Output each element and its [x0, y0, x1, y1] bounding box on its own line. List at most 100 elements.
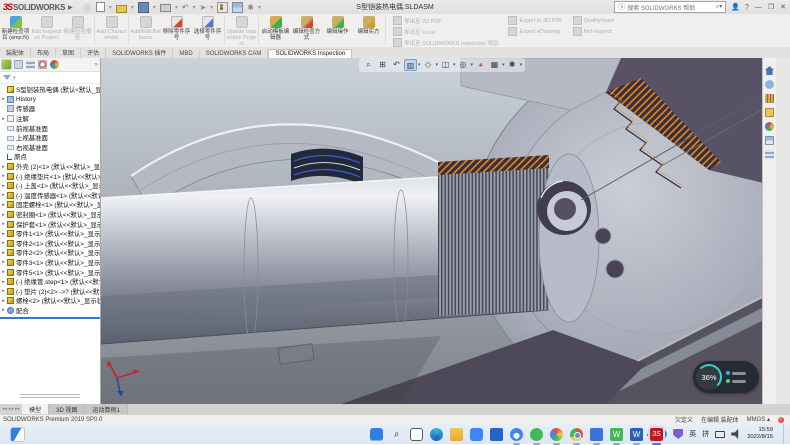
tree-item[interactable]: ▸传感器 — [0, 104, 100, 114]
tree-item-mates[interactable]: ▸配合 — [0, 306, 100, 316]
minimize-button[interactable]: — — [755, 4, 762, 11]
apply-scene-icon[interactable]: ▦ — [488, 59, 501, 71]
widgets-icon[interactable] — [10, 427, 25, 442]
tree-item[interactable]: ▸零件1<1> (默认<<默认>_显示状 — [0, 229, 100, 239]
units-selector[interactable]: MMGS ▴ — [747, 416, 770, 423]
configuration-manager-tab-icon[interactable] — [26, 60, 35, 69]
tab-mbd[interactable]: MBD — [173, 50, 199, 58]
3d-model-canvas[interactable] — [101, 58, 776, 404]
tree-item[interactable]: ▸上视基准面 — [0, 133, 100, 143]
tree-item[interactable]: ▸零件5<1> (默认<<默认>_显示状 — [0, 267, 100, 277]
tab-model[interactable]: 模型 — [22, 404, 49, 414]
display-settings-icon[interactable] — [232, 2, 243, 13]
tab-inspection[interactable]: SOLIDWORKS Inspection — [268, 49, 352, 58]
save-icon[interactable] — [138, 2, 149, 13]
ime-mode-indicator[interactable]: 拼 — [702, 429, 709, 439]
microsoft-store-icon[interactable] — [490, 428, 503, 441]
open-icon[interactable] — [116, 5, 127, 13]
finned-threaded-section[interactable] — [438, 155, 549, 316]
help-search-input[interactable]: ⓢ 搜索 SOLIDWORKS 帮助 ⌕▾ — [614, 1, 726, 13]
security-shield-icon[interactable] — [673, 429, 683, 439]
end-boss[interactable] — [539, 154, 599, 322]
bolt-hole[interactable] — [606, 260, 624, 278]
tree-item[interactable]: ▸密封圈<1> (默认<<默认>_显示状 — [0, 210, 100, 220]
tree-item[interactable]: ▸(-) 绝缘管.step<1> (默认<<默认> — [0, 277, 100, 287]
tree-item[interactable]: ▸零件2<2> (默认<<默认>_显示状 — [0, 248, 100, 258]
panel-collapse-icon[interactable]: » — [95, 62, 98, 68]
undo-icon[interactable]: ↶ — [182, 3, 189, 12]
bolt-hole[interactable] — [595, 228, 611, 244]
mail-icon[interactable] — [470, 428, 483, 441]
solidworks-resources-icon[interactable] — [765, 80, 774, 89]
property-manager-tab-icon[interactable] — [14, 60, 23, 69]
tree-item[interactable]: ▸固定螺栓<1> (默认<<默认>_显示 — [0, 200, 100, 210]
launch-template-editor-button[interactable]: 启动模板编辑器 — [260, 14, 291, 47]
tree-item[interactable]: ▸零件2<1> (默认<<默认>_显示状 — [0, 239, 100, 249]
notification-icon[interactable] — [778, 417, 784, 423]
search-icon[interactable]: ⌕▾ — [716, 3, 722, 11]
tree-item[interactable]: ▸前视基准面 — [0, 123, 100, 133]
blue-app-icon[interactable] — [590, 428, 603, 441]
counterbore-hole[interactable] — [537, 181, 591, 235]
close-button[interactable]: ✕ — [780, 3, 786, 11]
tree-item[interactable]: ▸(-) 垫片 (2)<2> ->? (默认<<默认> — [0, 286, 100, 296]
browser-icon[interactable] — [550, 428, 563, 441]
tree-item[interactable]: ▸(-) 温度传感器<1> (默认<<默认>_ — [0, 191, 100, 201]
tab-cam[interactable]: SOLIDWORKS CAM — [200, 50, 269, 58]
tab-motion-study[interactable]: 运动算例1 — [85, 404, 127, 414]
zoom-area-icon[interactable]: ⊞ — [376, 59, 389, 71]
word-app-icon[interactable]: W — [630, 428, 643, 441]
tree-item[interactable]: ▸(-) 上盖<1> (默认<<默认>_显示状 — [0, 181, 100, 191]
cloud-drive-icon[interactable] — [510, 428, 523, 441]
tab-addins[interactable]: SOLIDWORKS 插件 — [106, 47, 173, 58]
tree-item[interactable]: ▸螺栓<2> (默认<<默认>_显示状态 — [0, 296, 100, 306]
file-explorer-taskbar-icon[interactable] — [450, 428, 463, 441]
hide-show-items-icon[interactable]: ◎ — [457, 59, 470, 71]
file-explorer-icon[interactable] — [765, 108, 774, 117]
volume-icon[interactable] — [731, 429, 741, 439]
tree-item[interactable]: ▸外壳 (2)<1> (默认<<默认>_显示状 — [0, 162, 100, 172]
dimxpert-manager-tab-icon[interactable] — [38, 60, 47, 69]
previous-view-icon[interactable]: ↶ — [390, 59, 403, 71]
menu-expand-arrow-icon[interactable]: ▶ — [68, 4, 73, 11]
new-document-icon[interactable] — [96, 2, 105, 12]
edge-browser-icon[interactable] — [430, 428, 443, 441]
feature-manager-tab-icon[interactable] — [2, 60, 11, 69]
display-style-icon[interactable]: ◫ — [439, 59, 452, 71]
view-palette-icon[interactable] — [765, 122, 774, 131]
tab-scroll-buttons[interactable]: ◂◂◂▸▸▸ — [0, 404, 22, 414]
panel-drag-handle[interactable] — [20, 392, 80, 400]
select-icon[interactable]: ➤ — [200, 3, 207, 12]
tree-root[interactable]: ▸S型铠装热电偶 (默认<默认_显示状态-1 — [0, 85, 100, 95]
task-view-icon[interactable] — [410, 428, 423, 441]
filter-dropdown-icon[interactable]: ▾ — [13, 75, 16, 81]
tab-3d-views[interactable]: 3D 视图 — [49, 404, 85, 414]
graphics-viewport[interactable]: ⌕ ⊞ ↶ ▥▾ ◇▾ ◫▾ ◎▾ ◕ ▦▾ ✱▾ 36% — [101, 58, 776, 404]
solidworks-taskbar-icon[interactable]: 3S — [650, 428, 663, 441]
remove-balloons-button[interactable]: 移除零件序号 — [161, 14, 192, 47]
edit-inspection-method-button[interactable]: 编辑检查方式 — [291, 14, 322, 47]
design-library-icon[interactable] — [765, 94, 774, 103]
custom-properties-icon[interactable] — [765, 150, 774, 159]
show-desktop-button[interactable] — [783, 424, 786, 444]
view-orientation-icon[interactable]: ◇ — [422, 59, 435, 71]
taskbar-search-icon[interactable]: ⌕ — [390, 428, 403, 441]
tree-item[interactable]: ▸右视基准面 — [0, 143, 100, 153]
tab-evaluate[interactable]: 评估 — [81, 47, 106, 58]
taskbar-clock[interactable]: 15:59 2022/8/15 — [747, 427, 773, 440]
print-icon[interactable] — [160, 4, 171, 12]
tree-item[interactable]: ▸原点 — [0, 152, 100, 162]
ime-language-indicator[interactable]: 英 — [689, 429, 696, 439]
tree-filter[interactable]: ▾ — [0, 72, 100, 84]
panel-splitter[interactable] — [0, 317, 100, 319]
tab-sketch[interactable]: 草图 — [56, 47, 81, 58]
view-settings-icon[interactable]: ✱ — [506, 59, 519, 71]
new-inspection-project-button[interactable]: 新建检查项目 (amp;N) — [0, 14, 31, 47]
tree-item[interactable]: ▸History — [0, 95, 100, 105]
screen-recorder-widget[interactable]: 36% — [693, 361, 759, 393]
options-icon[interactable]: ✱ — [247, 3, 254, 12]
appearances-icon[interactable] — [765, 136, 774, 145]
tab-assembly[interactable]: 装配体 — [0, 47, 31, 58]
help-button[interactable]: ? — [745, 4, 749, 11]
network-display-icon[interactable] — [715, 431, 725, 438]
